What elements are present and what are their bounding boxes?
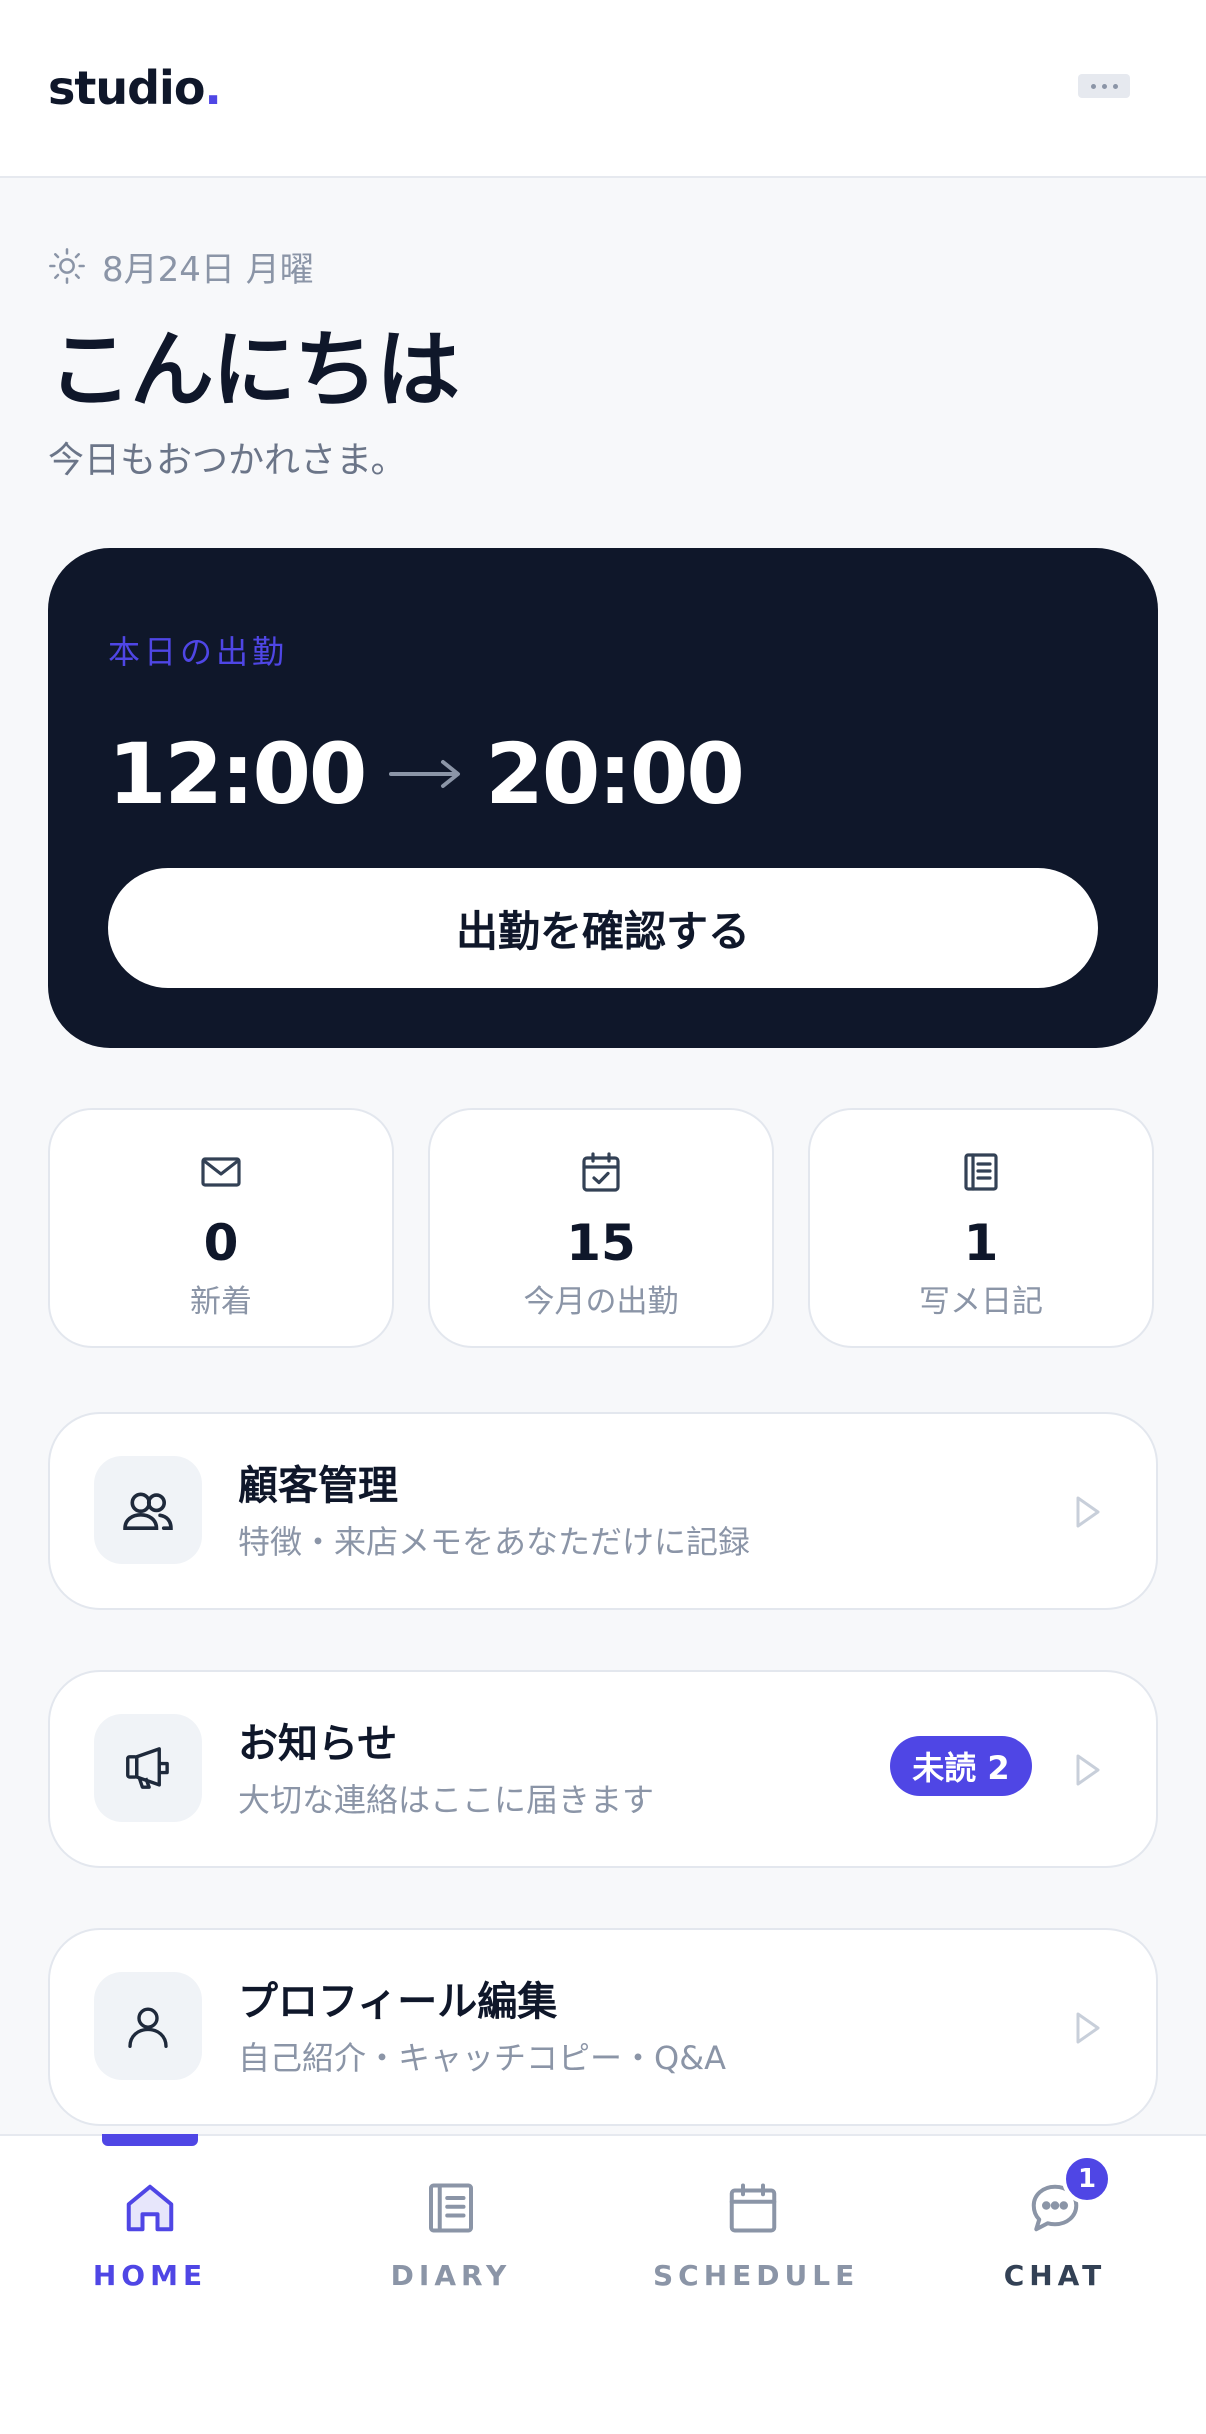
greeting-subtitle: 今日もおつかれさま。 <box>48 440 407 481</box>
diary-icon <box>429 2183 473 2233</box>
chevron-right-icon <box>1076 1754 1100 1786</box>
nav-icon-wrap <box>955 2178 1155 2242</box>
menu-desc: 大切な連絡はここに届きます <box>238 1781 655 1819</box>
stat-monthly-shifts[interactable]: 15 今月の出勤 <box>428 1108 774 1348</box>
menu-desc: 特徴・来店メモをあなただけに記録 <box>238 1523 751 1561</box>
menu-desc: 自己紹介・キャッチコピー・Q&A <box>238 2039 727 2077</box>
menu-title: 顧客管理 <box>238 1463 398 1509</box>
confirm-shift-button[interactable]: 出勤を確認する <box>108 868 1098 988</box>
menu-item-customers[interactable]: 顧客管理 特徴・来店メモをあなただけに記録 <box>48 1412 1158 1610</box>
stat-icon-wrap <box>430 1148 772 1198</box>
chevron-right-icon <box>1076 2012 1100 2044</box>
users-icon <box>123 1492 173 1530</box>
nav-icon-wrap <box>351 2178 551 2242</box>
menu-title: お知らせ <box>238 1721 398 1767</box>
menu-item-profile-edit[interactable]: プロフィール編集 自己紹介・キャッチコピー・Q&A <box>48 1928 1158 2126</box>
megaphone-icon <box>126 1747 169 1789</box>
more-menu-button[interactable] <box>1078 74 1130 98</box>
nav-label: HOME <box>92 2259 208 2292</box>
nav-label: SCHEDULE <box>653 2259 860 2292</box>
shift-end: 20:00 <box>485 725 744 823</box>
more-dot <box>1112 83 1118 89</box>
stat-icon-wrap <box>810 1148 1152 1198</box>
menu-icon-box <box>94 1456 202 1564</box>
date-text: 8月24日 月曜 <box>102 249 314 290</box>
menu-item-notices[interactable]: お知らせ 大切な連絡はここに届きます 未読 2 <box>48 1670 1158 1868</box>
stat-value: 0 <box>203 1214 239 1272</box>
stat-photo-diary[interactable]: 1 写メ日記 <box>808 1108 1154 1348</box>
nav-icon-wrap <box>50 2178 250 2242</box>
nav-label: DIARY <box>390 2259 512 2292</box>
menu-title: プロフィール編集 <box>238 1979 558 2025</box>
shift-times: 12:00 20:00 <box>108 724 745 824</box>
mail-icon <box>201 1157 241 1187</box>
active-tab-indicator <box>102 2134 198 2146</box>
arrow-right-icon <box>389 760 461 788</box>
logo-text: studio <box>48 61 205 115</box>
unread-badge: 未読 2 <box>890 1736 1032 1796</box>
logo-dot: . <box>204 61 222 115</box>
stat-value: 1 <box>963 1214 999 1272</box>
nav-home[interactable]: HOME <box>50 2170 250 2300</box>
nav-diary[interactable]: DIARY <box>351 2170 551 2300</box>
menu-icon-box <box>94 1714 202 1822</box>
stat-value: 15 <box>566 1214 636 1272</box>
chat-unread-badge: 1 <box>1062 2154 1112 2204</box>
more-dot <box>1101 83 1107 89</box>
shift-start: 12:00 <box>108 725 367 823</box>
date-row: 8月24日 月曜 <box>48 244 314 290</box>
greeting-title: こんにちは <box>48 321 460 419</box>
app-logo[interactable]: studio. <box>48 58 222 118</box>
stat-label: 今月の出勤 <box>523 1284 679 1320</box>
calendar-check-icon <box>582 1152 620 1192</box>
more-dots-icon <box>1090 83 1096 89</box>
notebook-icon <box>964 1153 998 1191</box>
calendar-icon <box>729 2183 777 2233</box>
menu-icon-box <box>94 1972 202 2080</box>
stat-icon-wrap <box>50 1148 392 1198</box>
home-icon <box>126 2184 174 2232</box>
nav-icon-wrap <box>653 2178 853 2242</box>
user-icon <box>128 2007 168 2048</box>
nav-chat[interactable]: CHAT <box>955 2170 1155 2300</box>
stat-label: 写メ日記 <box>919 1284 1043 1320</box>
nav-schedule[interactable]: SCHEDULE <box>653 2170 860 2300</box>
sun-icon <box>49 248 85 284</box>
chevron-right-icon <box>1076 1496 1100 1528</box>
stat-new-mail[interactable]: 0 新着 <box>48 1108 394 1348</box>
stat-label: 新着 <box>190 1284 252 1320</box>
nav-label: CHAT <box>1003 2259 1107 2292</box>
shift-label: 本日の出勤 <box>108 633 289 671</box>
